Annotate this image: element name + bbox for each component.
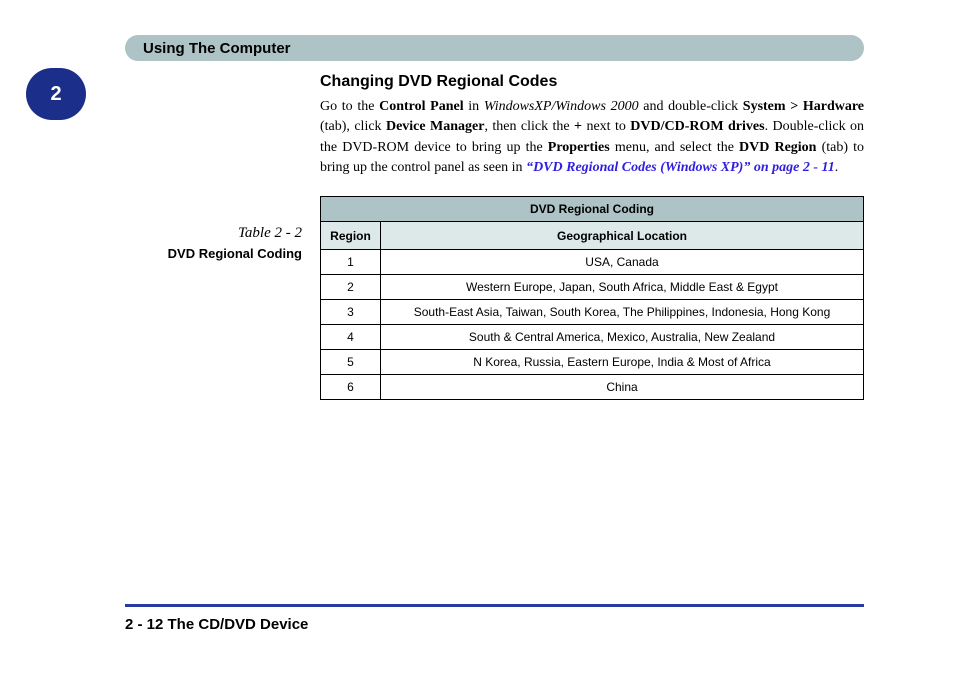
para-italic: WindowsXP/Windows 2000 bbox=[484, 99, 639, 114]
col-header-region: Region bbox=[321, 222, 381, 250]
para-text: , then click the bbox=[484, 119, 574, 134]
cell-location: Western Europe, Japan, South Africa, Mid… bbox=[381, 275, 864, 300]
table-number: Table 2 - 2 bbox=[125, 225, 302, 242]
table-row: 6 China bbox=[321, 375, 864, 400]
table-row: 4 South & Central America, Mexico, Austr… bbox=[321, 325, 864, 350]
cell-location: South-East Asia, Taiwan, South Korea, Th… bbox=[381, 300, 864, 325]
para-bold: DVD Region bbox=[739, 140, 816, 155]
chapter-tab: 2 bbox=[26, 68, 86, 120]
table-row: 1 USA, Canada bbox=[321, 250, 864, 275]
cell-region: 2 bbox=[321, 275, 381, 300]
para-text: . bbox=[835, 160, 839, 175]
cell-location: China bbox=[381, 375, 864, 400]
para-bold: DVD/CD-ROM drives bbox=[630, 119, 764, 134]
chapter-number: 2 bbox=[50, 83, 61, 106]
cell-region: 4 bbox=[321, 325, 381, 350]
table-top-header: DVD Regional Coding bbox=[321, 197, 864, 222]
para-bold: + bbox=[574, 119, 582, 134]
cell-location: N Korea, Russia, Eastern Europe, India &… bbox=[381, 350, 864, 375]
table-row: 3 South-East Asia, Taiwan, South Korea, … bbox=[321, 300, 864, 325]
para-text: next to bbox=[582, 119, 630, 134]
table-row: 5 N Korea, Russia, Eastern Europe, India… bbox=[321, 350, 864, 375]
cell-region: 1 bbox=[321, 250, 381, 275]
table-caption-title: DVD Regional Coding bbox=[125, 246, 302, 261]
para-text: Go to the bbox=[320, 99, 379, 114]
header-title: Using The Computer bbox=[143, 40, 291, 57]
table-row: 2 Western Europe, Japan, South Africa, M… bbox=[321, 275, 864, 300]
para-bold: Properties bbox=[548, 140, 610, 155]
para-bold: Control Panel bbox=[379, 99, 464, 114]
col-header-location: Geographical Location bbox=[381, 222, 864, 250]
para-text: in bbox=[464, 99, 484, 114]
footer-text: 2 - 12 The CD/DVD Device bbox=[125, 616, 308, 633]
cell-region: 5 bbox=[321, 350, 381, 375]
section-paragraph: Go to the Control Panel in WindowsXP/Win… bbox=[320, 97, 864, 178]
cell-location: South & Central America, Mexico, Austral… bbox=[381, 325, 864, 350]
table-caption: Table 2 - 2 DVD Regional Coding bbox=[125, 73, 320, 400]
section-heading: Changing DVD Regional Codes bbox=[320, 73, 864, 91]
footer-rule bbox=[125, 604, 864, 607]
para-text: menu, and select the bbox=[610, 140, 739, 155]
cell-region: 3 bbox=[321, 300, 381, 325]
cell-region: 6 bbox=[321, 375, 381, 400]
dvd-region-table: DVD Regional Coding Region Geographical … bbox=[320, 196, 864, 400]
para-bold: Device Manager bbox=[386, 119, 485, 134]
para-bold: System > Hardware bbox=[743, 99, 864, 114]
para-text: (tab), click bbox=[320, 119, 386, 134]
header-bar: Using The Computer bbox=[125, 35, 864, 61]
cell-location: USA, Canada bbox=[381, 250, 864, 275]
cross-reference-link[interactable]: “DVD Regional Codes (Windows XP)” on pag… bbox=[526, 160, 835, 175]
para-text: and double-click bbox=[639, 99, 743, 114]
